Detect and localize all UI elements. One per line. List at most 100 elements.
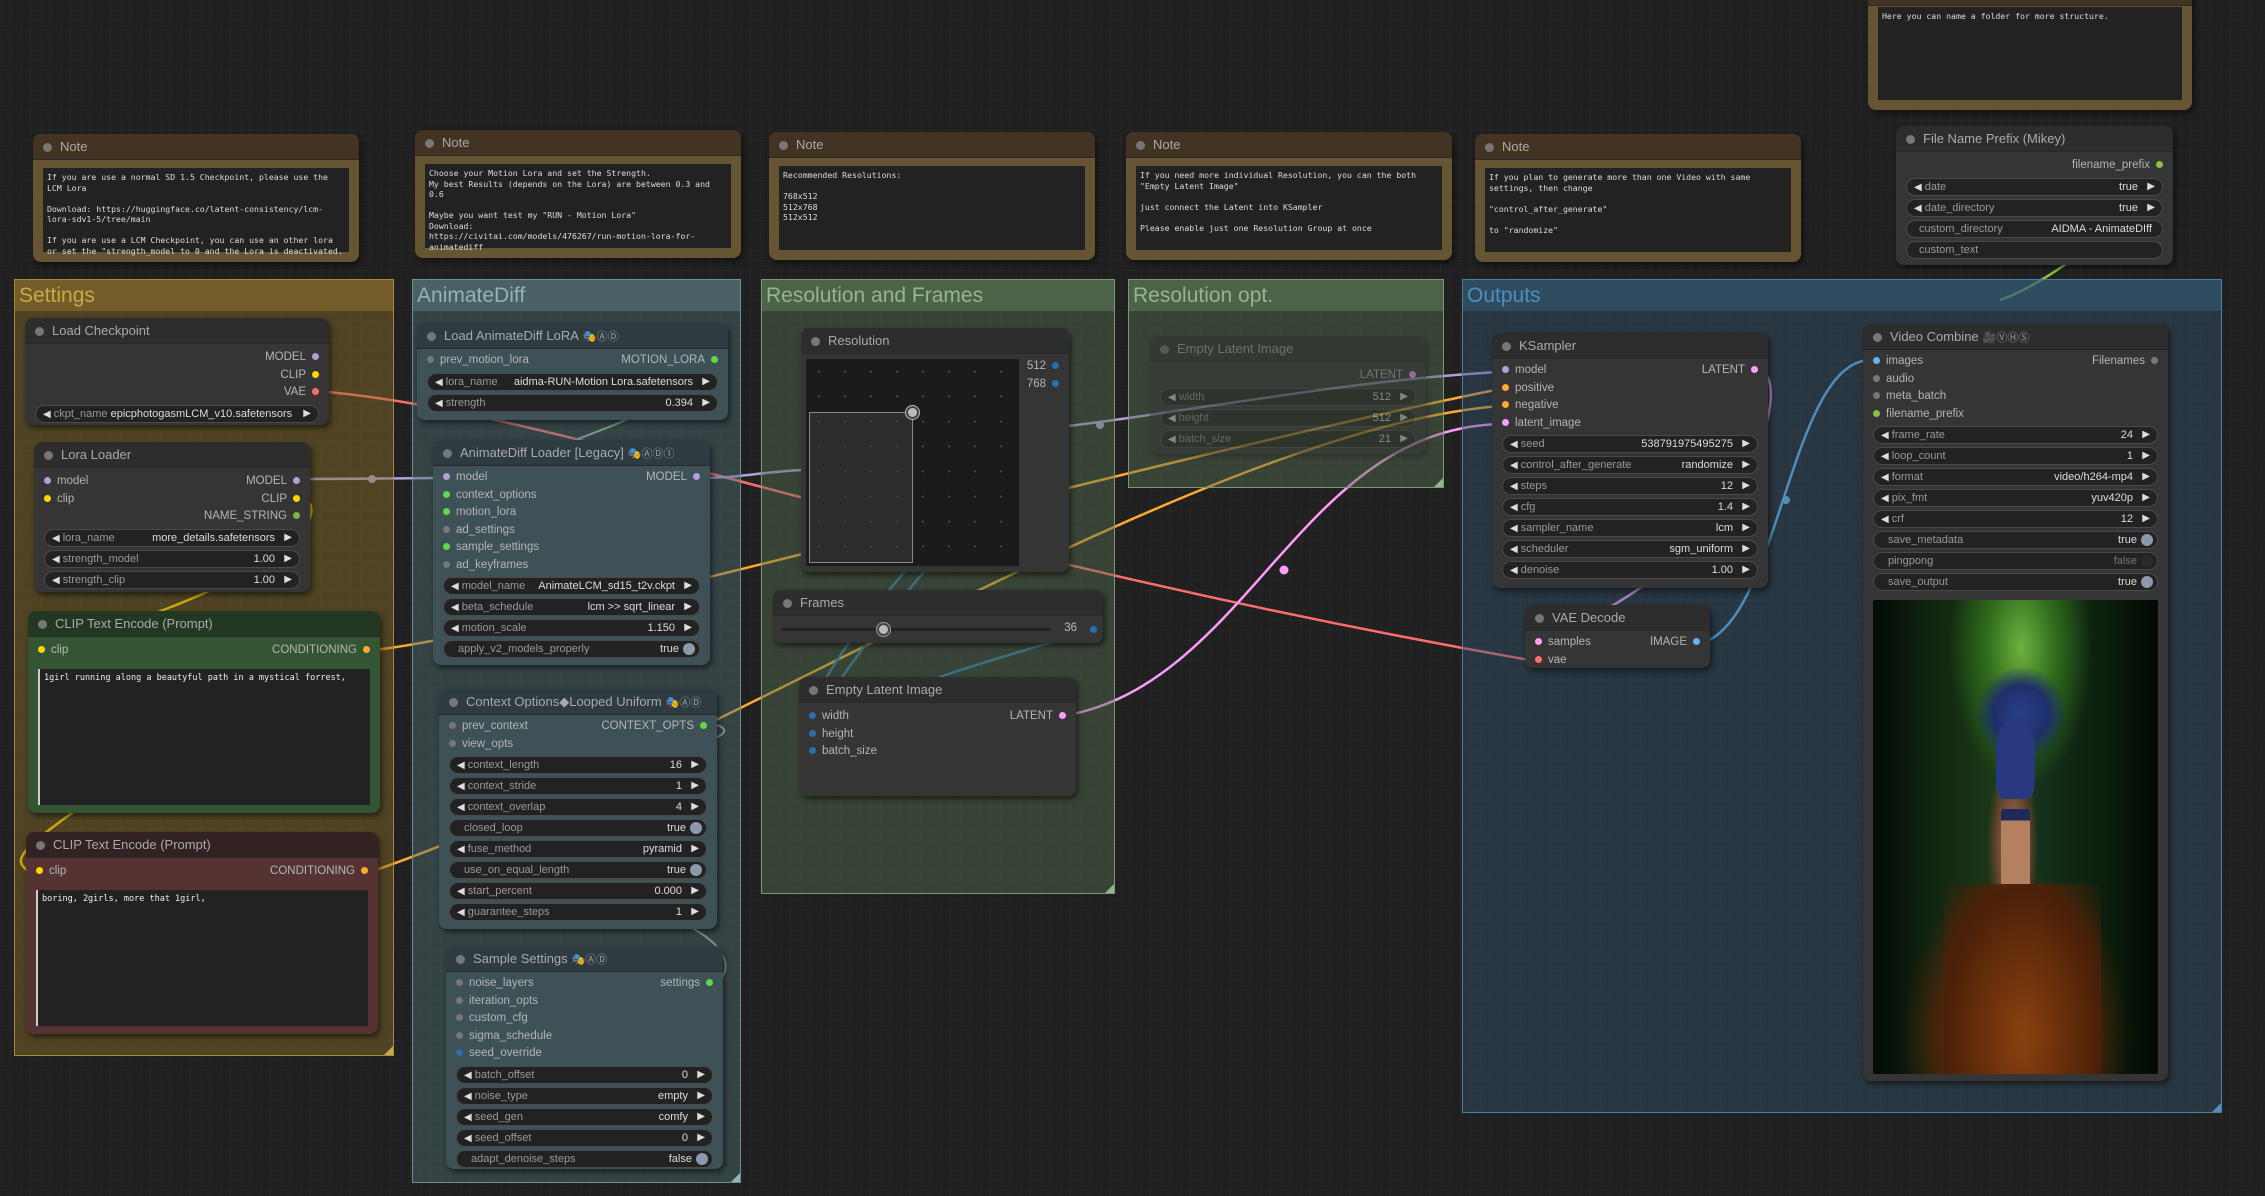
model-name-combo[interactable]: ◀ model_name AnimateLCM_sd15_t2v.ckpt ▶ <box>443 577 700 595</box>
toggle-knob[interactable] <box>2141 576 2153 588</box>
arrow-right-icon[interactable]: ▶ <box>1742 499 1750 515</box>
collapse-dot[interactable] <box>35 327 44 336</box>
collapse-dot[interactable] <box>1535 614 1544 623</box>
note-text[interactable]: Here you can name a folder for more stru… <box>1878 7 2182 100</box>
sample-settings-node[interactable]: Sample Settings 🎭ⒶⒹ noise_layers settings … <box>446 946 723 1169</box>
batch-size-number[interactable]: ◀ batch_size 21 ▶ <box>1160 429 1416 448</box>
collapse-dot[interactable] <box>425 139 434 148</box>
closed-loop-toggle[interactable]: closed_loop true <box>449 819 707 837</box>
collapse-dot[interactable] <box>449 698 458 707</box>
input-positive[interactable]: positive <box>1502 380 1554 398</box>
arrow-left-icon[interactable]: ◀ <box>1510 523 1518 534</box>
arrow-left-icon[interactable]: ◀ <box>457 802 465 813</box>
input-clip[interactable]: clip <box>44 491 74 509</box>
batch-offset-combo[interactable]: ◀ batch_offset 0 ▶ <box>456 1065 713 1084</box>
video-preview-image[interactable] <box>1873 600 2158 1074</box>
arrow-left-icon[interactable]: ◀ <box>1510 481 1518 492</box>
note-text[interactable]: Recommended Resolutions: 768x512 512x768… <box>779 166 1085 250</box>
lora-name-combo[interactable]: ◀ lora_name more_details.safetensors ▶ <box>44 528 300 547</box>
input-samples[interactable]: samples <box>1535 634 1591 652</box>
motion-lora-strength-number[interactable]: ◀ strength 0.394 ▶ <box>427 393 718 412</box>
resize-handle[interactable] <box>2212 1103 2221 1112</box>
collapse-dot[interactable] <box>427 332 436 341</box>
arrow-right-icon[interactable]: ▶ <box>1742 436 1750 452</box>
arrow-right-icon[interactable]: ▶ <box>2142 448 2150 464</box>
clip-text-encode-positive-node[interactable]: CLIP Text Encode (Prompt) clip CONDITIONI… <box>28 611 380 813</box>
format-combo[interactable]: ◀ format video/h264-mp4 ▶ <box>1873 468 2158 486</box>
arrow-left-icon[interactable]: ◀ <box>457 886 465 897</box>
input-model[interactable]: model <box>44 473 88 491</box>
vae-decode-node[interactable]: VAE Decode samples IMAGE vae <box>1525 605 1710 668</box>
arrow-left-icon[interactable]: ◀ <box>1914 182 1922 193</box>
arrow-left-icon[interactable]: ◀ <box>1914 203 1922 214</box>
toggle-knob[interactable] <box>690 864 702 876</box>
control-after-generate-combo[interactable]: ◀ control_after_generate randomize ▶ <box>1502 456 1758 474</box>
width-number[interactable]: ◀ width 512 ▶ <box>1160 387 1416 406</box>
toggle-knob[interactable] <box>696 1152 708 1165</box>
motion-scale-number[interactable]: ◀ motion_scale 1.150 ▶ <box>443 619 700 637</box>
scheduler-combo[interactable]: ◀ scheduler sgm_uniform ▶ <box>1502 540 1758 558</box>
input-sigma-schedule[interactable]: sigma_schedule <box>456 1028 552 1046</box>
pix-fmt-combo[interactable]: ◀ pix_fmt yuv420p ▶ <box>1873 489 2158 507</box>
context-overlap-combo[interactable]: ◀ context_overlap 4 ▶ <box>449 798 707 816</box>
arrow-right-icon[interactable]: ▶ <box>2142 490 2150 506</box>
collapse-dot[interactable] <box>456 955 465 964</box>
frame-rate-combo[interactable]: ◀ frame_rate 24 ▶ <box>1873 426 2158 444</box>
seed-offset-combo[interactable]: ◀ seed_offset 0 ▶ <box>456 1128 713 1147</box>
collapse-dot[interactable] <box>1873 333 1882 342</box>
lora-loader-node[interactable]: Lora Loader model MODEL clip CLIP NAME_STR… <box>34 442 310 592</box>
guarantee-steps-combo[interactable]: ◀ guarantee_steps 1 ▶ <box>449 903 707 921</box>
frames-slider-track[interactable] <box>782 628 1050 631</box>
output-filename-prefix[interactable]: filename_prefix <box>2072 157 2163 175</box>
input-model[interactable]: model <box>443 469 487 487</box>
arrow-right-icon[interactable]: ▶ <box>697 1088 705 1104</box>
empty-latent-image-node[interactable]: Empty Latent Image width LATENT height ba… <box>799 677 1076 796</box>
output-width[interactable]: 512 <box>1027 358 1059 376</box>
arrow-left-icon[interactable]: ◀ <box>457 907 465 918</box>
arrow-right-icon[interactable]: ▶ <box>2142 427 2150 443</box>
strength-model-number[interactable]: ◀ strength_model 1.00 ▶ <box>44 549 300 568</box>
arrow-right-icon[interactable]: ▶ <box>691 904 699 920</box>
output-frames[interactable] <box>1090 626 1097 633</box>
output-filenames[interactable]: Filenames <box>2092 353 2158 371</box>
collapse-dot[interactable] <box>1485 143 1494 152</box>
arrow-right-icon[interactable]: ▶ <box>303 406 311 422</box>
frames-slider-knob[interactable] <box>876 623 890 636</box>
input-clip[interactable]: clip <box>36 863 66 881</box>
output-image[interactable]: IMAGE <box>1650 634 1700 652</box>
arrow-left-icon[interactable]: ◀ <box>1510 460 1518 471</box>
input-ad-keyframes[interactable]: ad_keyframes <box>443 557 528 575</box>
note-text[interactable]: If you are use a normal SD 1.5 Checkpoin… <box>43 168 349 256</box>
input-images[interactable]: images <box>1873 353 1923 371</box>
arrow-left-icon[interactable]: ◀ <box>1881 472 1889 483</box>
note-text[interactable]: If you plan to generate more than one Vi… <box>1485 168 1791 252</box>
start-percent-combo[interactable]: ◀ start_percent 0.000 ▶ <box>449 882 707 900</box>
collapse-dot[interactable] <box>38 620 47 629</box>
ckpt-name-combo[interactable]: ◀ ckpt_name epicphotogasmLCM_v10.safetens… <box>35 404 319 423</box>
collapse-dot[interactable] <box>811 337 820 346</box>
resize-handle[interactable] <box>384 1046 393 1055</box>
adapt-denoise-steps-toggle[interactable]: adapt_denoise_steps false <box>456 1149 713 1168</box>
input-latent-image[interactable]: latent_image <box>1502 415 1581 433</box>
arrow-right-icon[interactable]: ▶ <box>697 1130 705 1146</box>
arrow-right-icon[interactable]: ▶ <box>691 841 699 857</box>
collapse-dot[interactable] <box>44 451 53 460</box>
input-batch-size[interactable]: batch_size <box>809 743 877 761</box>
arrow-left-icon[interactable]: ◀ <box>464 1091 472 1102</box>
pingpong-toggle[interactable]: pingpong false <box>1873 552 2158 570</box>
input-seed-override[interactable]: seed_override <box>456 1045 542 1063</box>
custom-text-input[interactable]: custom_text <box>1906 240 2163 259</box>
input-sample-settings[interactable]: sample_settings <box>443 539 539 557</box>
apply-v2-models-toggle[interactable]: apply_v2_models_properly true <box>443 640 700 658</box>
output-latent[interactable]: LATENT <box>1010 708 1066 726</box>
steps-combo[interactable]: ◀ steps 12 ▶ <box>1502 477 1758 495</box>
note-node[interactable]: Note If you need more individual Resolut… <box>1126 132 1452 260</box>
empty-latent-image-opt-node[interactable]: Empty Latent Image LATENT ◀ width 512 ▶ ◀ he… <box>1150 336 1426 454</box>
input-custom-cfg[interactable]: custom_cfg <box>456 1010 528 1028</box>
note-node[interactable]: Note Choose your Motion Lora and set the… <box>415 130 741 258</box>
input-noise-layers[interactable]: noise_layers <box>456 975 534 993</box>
output-name-string[interactable]: NAME_STRING <box>204 508 300 526</box>
file-name-prefix-node[interactable]: File Name Prefix (Mikey) filename_prefix… <box>1896 126 2173 265</box>
arrow-left-icon[interactable]: ◀ <box>457 844 465 855</box>
output-motion-lora[interactable]: MOTION_LORA <box>621 352 718 370</box>
